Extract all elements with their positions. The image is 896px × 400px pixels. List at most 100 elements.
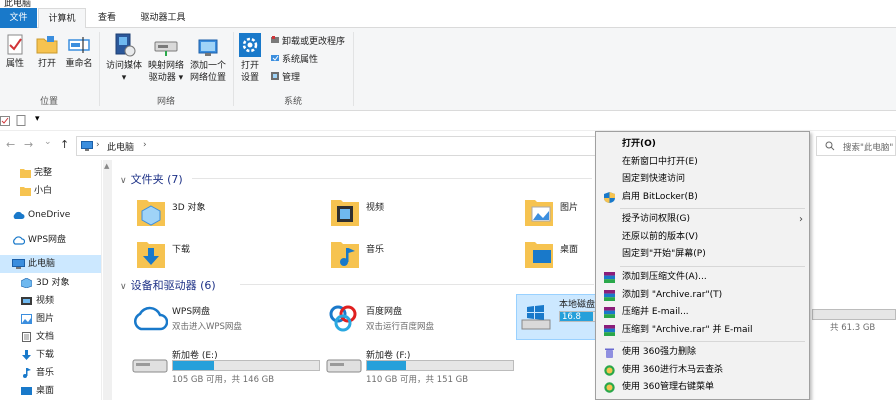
menu-item-open-new-window[interactable]: 在新窗口中打开(E) [596,154,809,172]
breadcrumb-this-pc[interactable]: 此电脑 [107,140,134,153]
menu-item-compress-rar-email[interactable]: 压缩到 "Archive.rar" 并 E-mail [596,322,809,340]
sidebar-item-label: 桌面 [36,386,55,396]
winrar-icon [604,289,615,301]
menu-item-add-to-archive-rar[interactable]: 添加到 "Archive.rar"(T) [596,287,809,305]
ribbon: 属性 打开 重命名 位置 访问媒体 ▾ 映射网络 驱动器 ▾ 添加一个 网络位置… [0,28,896,111]
uninstall-programs-button[interactable]: 卸载或更改程序 [270,34,345,50]
360-security-icon [604,364,615,376]
sidebar-item-wps-drive[interactable]: WPS网盘 [0,231,101,249]
drive-local-disk-c[interactable]: 本地磁盘 16.8 [516,294,607,340]
menu-item-compress-email[interactable]: 压缩并 E-mail... [596,304,809,322]
folder-videos[interactable]: 视频 [330,194,510,230]
drive-new-volume-f[interactable]: 新加卷 (F:) 110 GB 可用，共 151 GB [326,346,516,386]
sidebar-item-label: 图片 [36,314,55,324]
up-button[interactable]: ↑ [60,138,69,151]
download-arrow-icon [22,350,31,360]
sidebar-item-music[interactable]: 音乐 [0,364,101,382]
drive-capacity: 16.8 [562,312,581,322]
drive-partial[interactable]: 共 61.3 GB [812,294,896,334]
rename-label: 重命名 [65,59,93,69]
drive-description: 双击进入WPS网盘 [172,322,242,332]
open-settings-button[interactable]: 打开 设置 [237,32,263,84]
scroll-up-icon[interactable]: ▲ [104,162,109,170]
tab-computer[interactable]: 计算机 [38,8,86,29]
menu-item-360-manage-menu[interactable]: 使用 360管理右键菜单 [596,379,809,397]
window-title: 此电脑 [4,0,32,8]
tab-drive-tools[interactable]: 驱动器工具 [130,8,196,28]
map-network-drive-button[interactable]: 映射网络 驱动器 ▾ [145,38,187,84]
menu-item-restore-previous[interactable]: 还原以前的版本(V) [596,229,809,247]
properties-button[interactable]: 属性 [2,34,28,70]
sidebar-item-pictures[interactable]: 图片 [0,310,101,328]
menu-item-360-trojan-scan[interactable]: 使用 360进行木马云查杀 [596,362,809,380]
search-box[interactable]: 搜索"此电脑" [816,136,896,156]
title-bar: 此电脑 [0,0,896,8]
desktop-icon [21,387,32,395]
open-button[interactable]: 打开 [34,34,60,70]
breadcrumb-separator[interactable]: › [96,140,100,150]
quick-access-toolbar: ▾ [0,111,896,131]
add-network-location-button[interactable]: 添加一个 网络位置 [188,38,228,84]
access-media-dropdown[interactable]: ▾ [104,72,144,84]
drive-baidu-cloud[interactable]: 百度网盘 双击运行百度网盘 [326,302,516,342]
breadcrumb-arrow[interactable]: › [143,140,147,150]
3d-objects-folder-icon [137,200,165,226]
devices-section-header[interactable]: ∨ 设备和驱动器 (6) [120,277,216,293]
sidebar-item-wanzheng[interactable]: 完整 [0,164,101,182]
menu-item-360-force-delete[interactable]: 使用 360强力删除 [596,344,809,362]
chevron-down-icon[interactable]: ∨ [120,176,127,186]
new-file-icon[interactable] [16,115,26,126]
rename-button[interactable]: 重命名 [64,34,94,70]
menu-item-open[interactable]: 打开(O) [596,136,809,154]
menu-item-give-access[interactable]: 授予访问权限(G) › [596,211,809,229]
system-properties-button[interactable]: 系统属性 [270,52,318,68]
checkbox-icon[interactable] [0,116,10,126]
search-input[interactable]: 搜索"此电脑" [843,141,893,153]
menu-separator [620,208,805,209]
ribbon-tabs: 文件 计算机 查看 驱动器工具 [0,8,896,29]
forward-button[interactable]: → [24,138,33,151]
manage-button[interactable]: 管理 [270,70,300,86]
menu-item-pin-start[interactable]: 固定到"开始"屏幕(P) [596,246,809,264]
sidebar-item-documents[interactable]: 文档 [0,328,101,346]
drive-name: 本地磁盘 [559,300,596,310]
tab-file[interactable]: 文件 [0,8,37,28]
open-label: 打开 [37,59,56,69]
sidebar-item-onedrive[interactable]: OneDrive [0,206,101,224]
folders-section-header[interactable]: ∨ 文件夹 (7) [120,171,183,187]
drive-new-volume-e[interactable]: 新加卷 (E:) 105 GB 可用，共 146 GB [132,346,322,386]
sidebar-item-desktop[interactable]: 桌面 [0,382,101,400]
open-folder-icon [36,36,58,54]
menu-item-add-to-archive[interactable]: 添加到压缩文件(A)... [596,269,809,287]
sidebar-scrollbar[interactable]: ▲ [103,160,112,400]
menu-item-label: 在新窗口中打开(E) [622,156,698,167]
sidebar-item-videos[interactable]: 视频 [0,292,101,310]
sidebar-item-label: 音乐 [36,368,55,378]
drive-wps-cloud[interactable]: WPS网盘 双击进入WPS网盘 [132,302,322,342]
folder-downloads[interactable]: 下载 [136,236,316,272]
sidebar-item-xiaobai[interactable]: 小白 [0,182,101,200]
tab-view[interactable]: 查看 [88,8,126,28]
sidebar-item-3d-objects[interactable]: 3D 对象 [0,274,101,292]
section-divider [192,178,592,179]
drive-capacity: 105 GB 可用，共 146 GB [172,375,275,385]
folder-label: 3D 对象 [172,203,206,213]
network-drive-icon [154,41,178,56]
folder-3d-objects[interactable]: 3D 对象 [136,194,316,230]
menu-item-pin-quick-access[interactable]: 固定到快速访问 [596,171,809,189]
qat-dropdown[interactable]: ▾ [35,114,40,124]
recent-locations-dropdown[interactable]: ⌄ [44,137,52,147]
wps-cloud-icon [134,306,168,331]
access-media-button[interactable]: 访问媒体 ▾ [104,32,144,84]
desktop-folder-icon [525,242,553,268]
winrar-icon [604,272,615,283]
chevron-down-icon[interactable]: ∨ [120,282,127,292]
sidebar-item-label: WPS网盘 [28,235,67,245]
sidebar-item-this-pc[interactable]: 此电脑 [0,255,101,273]
menu-item-enable-bitlocker[interactable]: 启用 BitLocker(B) [596,189,809,207]
sidebar-item-downloads[interactable]: 下载 [0,346,101,364]
map-network-drive-label-2: 驱动器 ▾ [148,73,184,83]
back-button[interactable]: ← [6,138,15,151]
trash-icon [605,348,614,358]
folder-music[interactable]: 音乐 [330,236,510,272]
